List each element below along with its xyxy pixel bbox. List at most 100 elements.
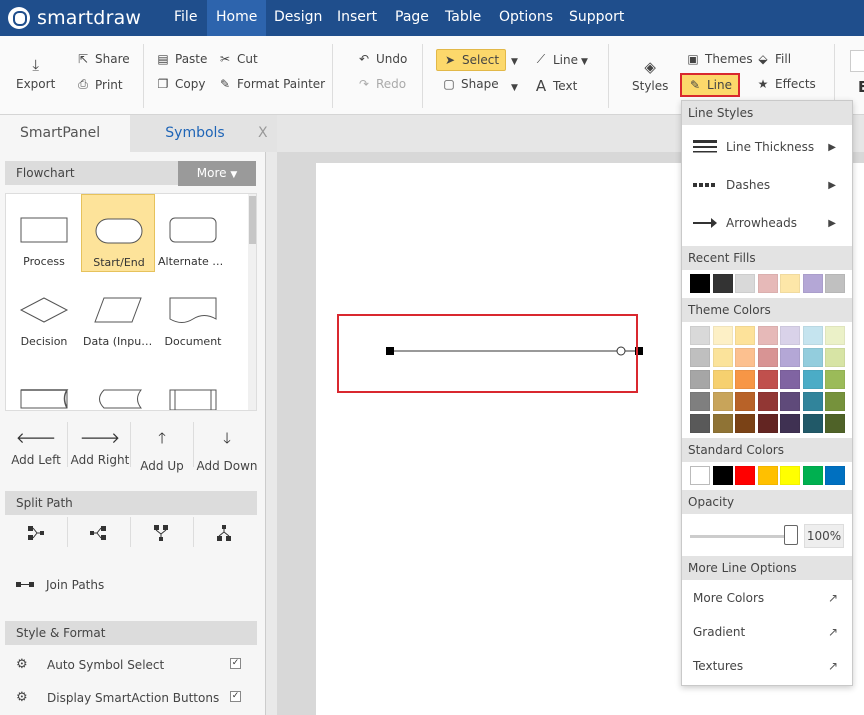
theme-color-swatch[interactable] [735,414,755,433]
standard-color-swatch[interactable] [802,466,823,485]
theme-color-swatch[interactable] [757,326,778,345]
standard-color-swatch[interactable] [780,466,800,485]
line-style-button[interactable]: ✎ Line [680,73,741,97]
theme-color-swatch[interactable] [712,326,733,345]
fill-button[interactable]: ⬙ Fill [756,52,791,66]
cut-button[interactable]: ✂ Cut [218,52,258,66]
recent-fill-swatch[interactable] [780,274,800,293]
theme-color-swatch[interactable] [757,348,778,367]
standard-color-swatch[interactable] [712,466,733,485]
add-up-button[interactable]: 🡑 Add Up [131,428,193,473]
theme-color-swatch[interactable] [712,348,733,367]
theme-color-swatch[interactable] [735,370,755,389]
recent-fill-swatch[interactable] [825,274,845,293]
close-panel-icon[interactable]: X [258,115,276,152]
theme-color-swatch[interactable] [712,370,733,389]
shape-predefined-process[interactable] [156,354,230,410]
theme-color-swatch[interactable] [735,392,755,411]
shape-stored-data[interactable] [81,354,155,410]
shape-document[interactable]: Document [156,274,230,352]
select-tool-button[interactable]: ➤ Select [436,49,507,71]
undo-button[interactable]: ↶ Undo [357,52,407,66]
theme-color-swatch[interactable] [690,370,710,389]
theme-color-swatch[interactable] [825,414,845,433]
split-left-icon[interactable] [88,523,108,543]
shape-dropdown-icon[interactable]: ▼ [511,83,518,93]
more-button[interactable]: More ▼ [178,161,256,186]
recent-fill-swatch[interactable] [735,274,755,293]
select-dropdown-icon[interactable]: ▼ [511,57,518,67]
standard-color-swatch[interactable] [735,466,755,485]
theme-color-swatch[interactable] [712,414,733,433]
menu-support[interactable]: Support [560,0,633,36]
theme-color-swatch[interactable] [780,370,800,389]
styles-button[interactable]: ◈ Styles [632,58,668,93]
line-thickness-item[interactable]: Line Thickness ▶ [682,128,852,166]
share-button[interactable]: ⇱ Share [76,52,130,66]
theme-color-swatch[interactable] [780,348,800,367]
line-tool-button[interactable]: ⟋ Line [534,52,578,67]
shape-manual-input[interactable] [7,354,81,410]
recent-fill-swatch[interactable] [690,274,710,293]
theme-color-swatch[interactable] [735,326,755,345]
copy-button[interactable]: ❐ Copy [156,77,206,91]
font-input[interactable] [850,50,864,72]
shape-tool-button[interactable]: ▢ Shape [442,77,498,91]
add-down-button[interactable]: 🡓 Add Down [196,428,258,473]
theme-color-swatch[interactable] [757,370,778,389]
split-right-icon[interactable] [26,523,46,543]
paste-button[interactable]: ▤ Paste [156,52,207,66]
theme-color-swatch[interactable] [802,414,823,433]
theme-color-swatch[interactable] [802,392,823,411]
standard-color-swatch[interactable] [825,466,845,485]
redo-button[interactable]: ↷ Redo [357,77,406,91]
format-painter-button[interactable]: ✎ Format Painter [218,77,325,91]
opacity-slider-thumb[interactable] [784,525,798,545]
theme-color-swatch[interactable] [690,414,710,433]
display-smartaction-option[interactable]: ⚙ Display SmartAction Buttons [16,690,219,705]
recent-fill-swatch[interactable] [757,274,778,293]
theme-color-swatch[interactable] [735,348,755,367]
add-right-button[interactable]: 🡒 Add Right [69,428,131,467]
menu-design[interactable]: Design [265,0,331,36]
themes-button[interactable]: ▣ Themes [686,52,752,66]
theme-color-swatch[interactable] [780,414,800,433]
menu-table[interactable]: Table [436,0,490,36]
shape-process[interactable]: Process [7,194,81,272]
theme-color-swatch[interactable] [825,392,845,411]
theme-color-swatch[interactable] [802,326,823,345]
opacity-value[interactable]: 100% [804,524,844,548]
export-button[interactable]: ⤓ Export [16,56,55,91]
scrollbar-thumb[interactable] [249,196,256,244]
standard-color-swatch[interactable] [690,466,710,485]
theme-color-swatch[interactable] [825,348,845,367]
gradient-item[interactable]: Gradient ↗ [682,617,852,647]
theme-color-swatch[interactable] [690,348,710,367]
arrowheads-item[interactable]: Arrowheads ▶ [682,204,852,242]
display-smartaction-checkbox[interactable]: ✓ [230,691,241,702]
shape-start-end[interactable]: Start/End [81,194,155,272]
add-left-button[interactable]: 🡐 Add Left [5,428,67,467]
print-button[interactable]: ⎙ Print [76,77,122,92]
menu-file[interactable]: File [165,0,206,36]
auto-symbol-select-option[interactable]: ⚙ Auto Symbol Select [16,657,164,672]
line-dropdown-icon[interactable]: ▼ [581,57,588,67]
theme-color-swatch[interactable] [780,392,800,411]
recent-fill-swatch[interactable] [712,274,733,293]
tab-smartpanel[interactable]: SmartPanel [0,115,130,152]
theme-color-swatch[interactable] [690,392,710,411]
menu-insert[interactable]: Insert [328,0,386,36]
shape-decision[interactable]: Decision [7,274,81,352]
theme-color-swatch[interactable] [802,348,823,367]
dashes-item[interactable]: Dashes ▶ [682,166,852,204]
recent-fill-swatch[interactable] [802,274,823,293]
text-tool-button[interactable]: A Text [534,77,577,95]
theme-color-swatch[interactable] [825,370,845,389]
theme-color-swatch[interactable] [780,326,800,345]
standard-color-swatch[interactable] [757,466,778,485]
menu-options[interactable]: Options [490,0,562,36]
theme-color-swatch[interactable] [757,392,778,411]
shape-data[interactable]: Data (Input... [81,274,155,352]
split-up-icon[interactable] [214,523,234,543]
effects-button[interactable]: ★ Effects [756,77,816,91]
